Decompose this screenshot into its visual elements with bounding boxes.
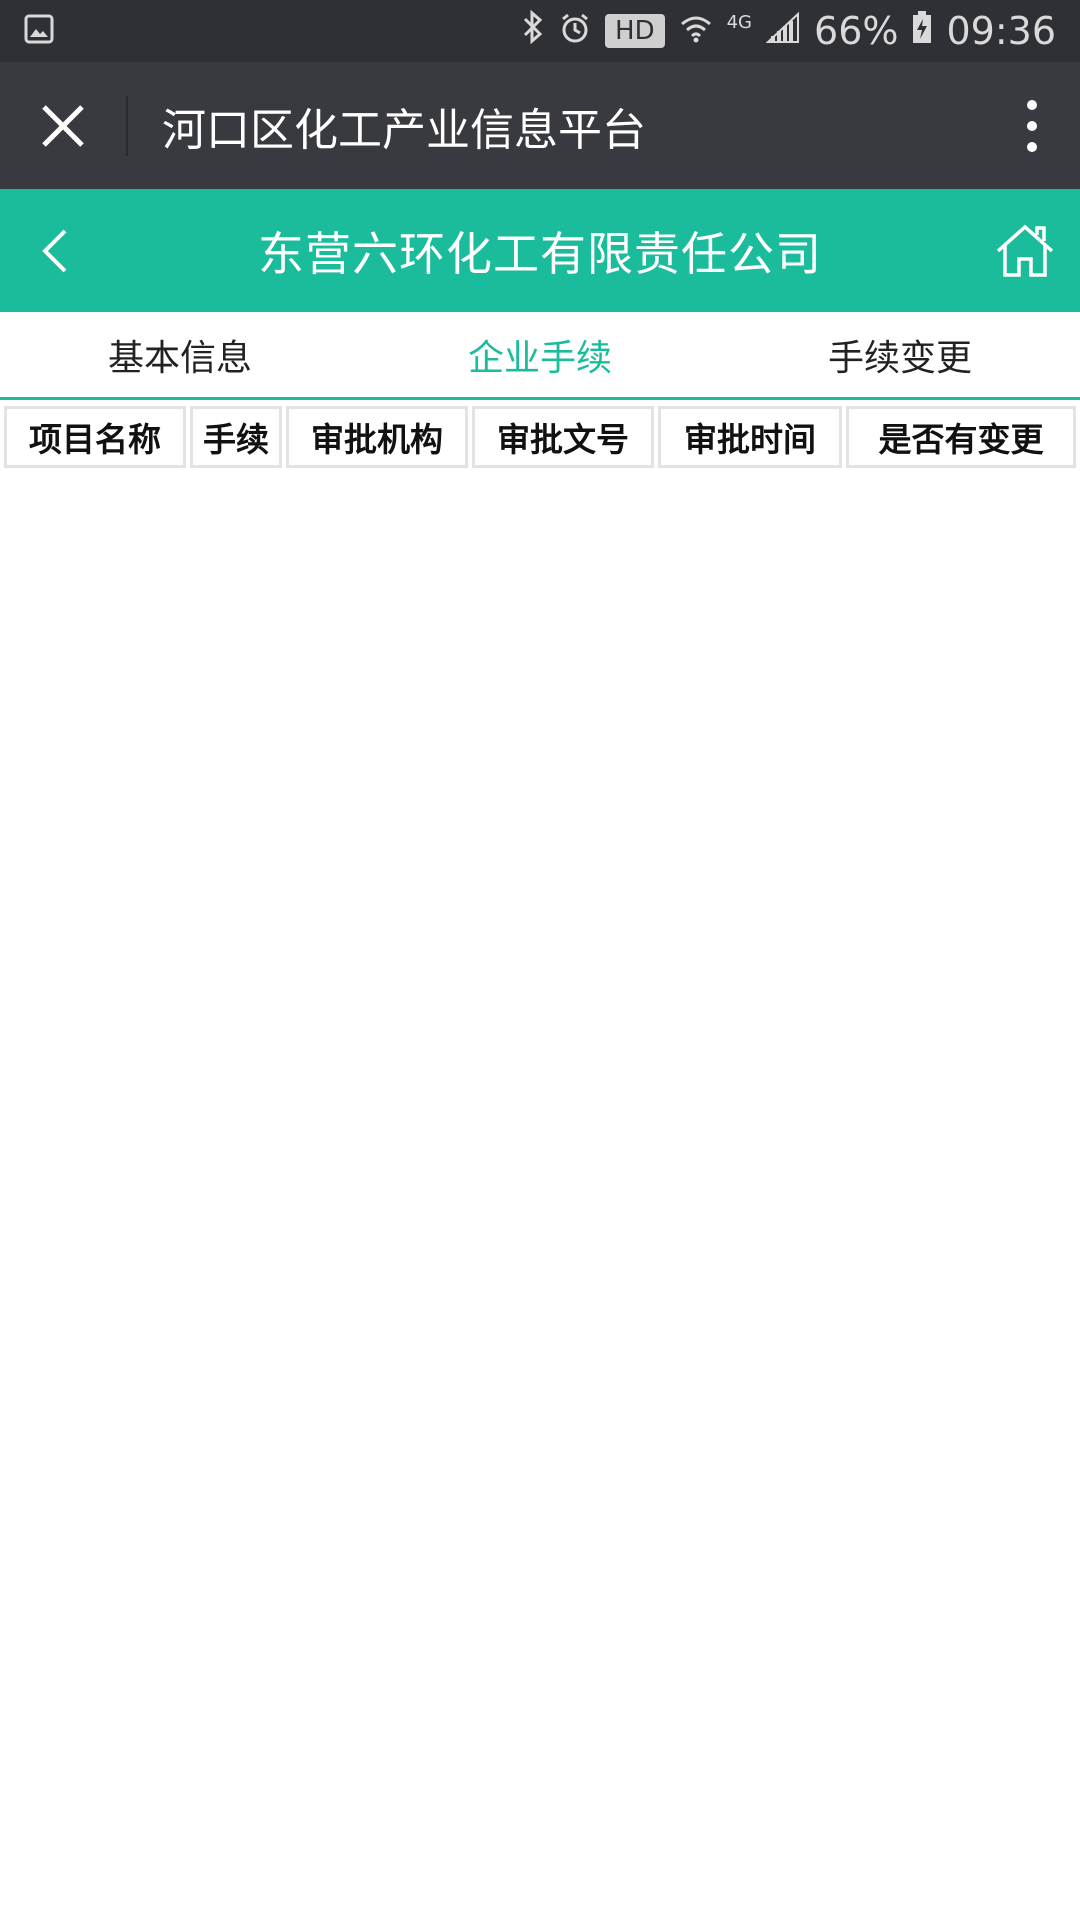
title-bar: 河口区化工产业信息平台 bbox=[0, 62, 1080, 189]
page-title: 河口区化工产业信息平台 bbox=[162, 104, 646, 156]
tab-basic-info[interactable]: 基本信息 bbox=[0, 312, 360, 397]
company-name: 东营六环化工有限责任公司 bbox=[258, 226, 822, 281]
bluetooth-icon bbox=[521, 9, 545, 53]
chevron-left-icon bbox=[42, 229, 67, 272]
alarm-icon bbox=[559, 9, 591, 53]
tab-enterprise-procedures[interactable]: 企业手续 bbox=[360, 312, 720, 397]
wifi-icon bbox=[679, 9, 713, 53]
more-vertical-icon bbox=[1027, 99, 1037, 152]
more-options-button[interactable] bbox=[984, 62, 1080, 189]
column-header-approval-authority: 审批机构 bbox=[286, 406, 468, 468]
status-bar: HD 4G 66% 09:36 bbox=[0, 0, 1080, 62]
signal-icon bbox=[765, 9, 800, 53]
table-header-row: 项目名称 手续 审批机构 审批文号 审批时间 是否有变更 bbox=[4, 406, 1076, 468]
network-type: 4G bbox=[726, 11, 753, 33]
gallery-notification-icon bbox=[24, 14, 54, 48]
battery-charging-icon bbox=[912, 9, 932, 53]
home-icon bbox=[996, 224, 1054, 277]
back-button[interactable] bbox=[0, 189, 110, 312]
column-header-procedure: 手续 bbox=[190, 406, 282, 468]
title-divider bbox=[126, 95, 128, 156]
hd-badge: HD bbox=[605, 14, 665, 48]
tab-procedure-changes[interactable]: 手续变更 bbox=[720, 312, 1080, 397]
column-header-changed: 是否有变更 bbox=[846, 406, 1076, 468]
company-header: 东营六环化工有限责任公司 bbox=[0, 189, 1080, 312]
column-header-approval-time: 审批时间 bbox=[658, 406, 842, 468]
battery-percent: 66% bbox=[814, 9, 899, 53]
clock-time: 09:36 bbox=[946, 9, 1056, 53]
tab-bar: 基本信息 企业手续 手续变更 bbox=[0, 312, 1080, 400]
column-header-project-name: 项目名称 bbox=[4, 406, 186, 468]
home-button[interactable] bbox=[970, 189, 1080, 312]
close-button[interactable] bbox=[0, 62, 126, 189]
column-header-approval-number: 审批文号 bbox=[472, 406, 654, 468]
close-icon bbox=[42, 104, 84, 147]
procedures-table: 项目名称 手续 审批机构 审批文号 审批时间 是否有变更 bbox=[0, 404, 1080, 470]
